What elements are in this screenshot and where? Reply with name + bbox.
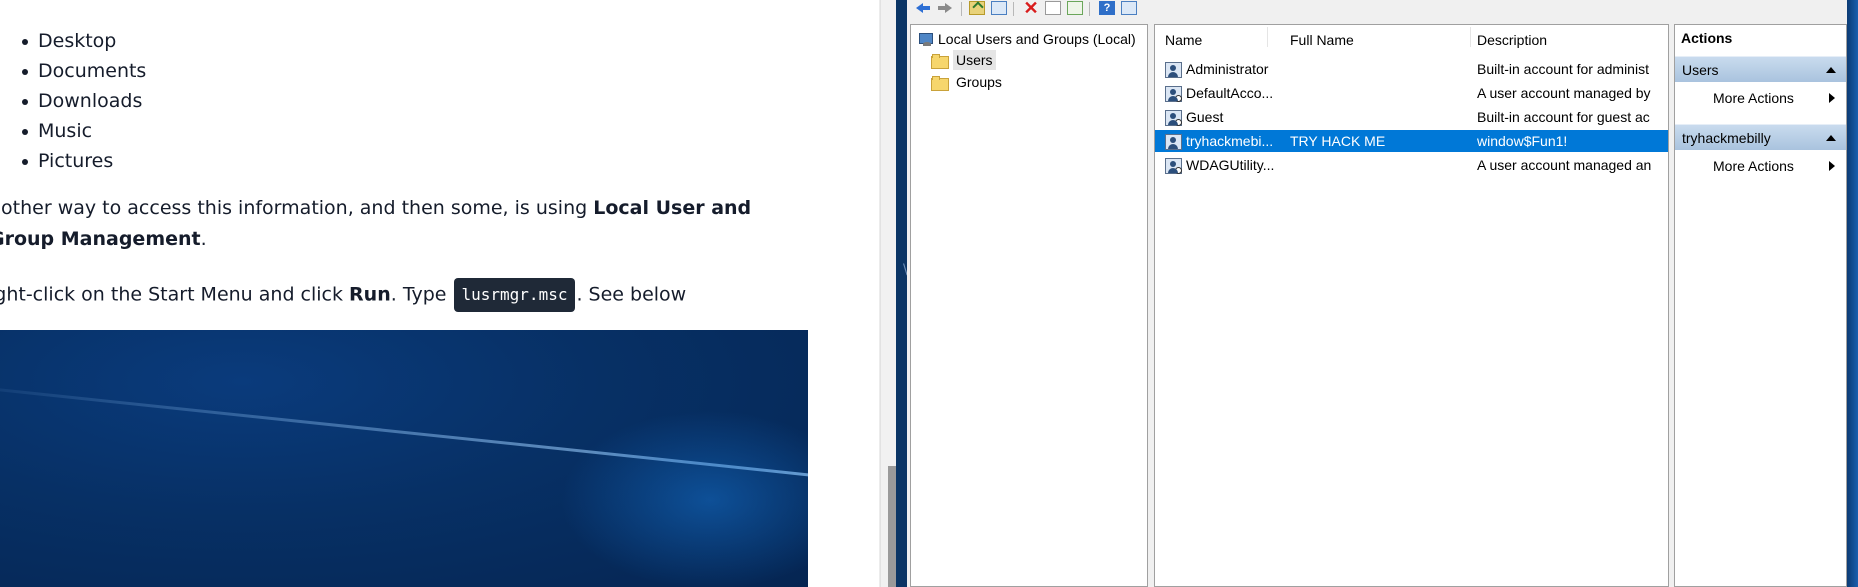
help-icon[interactable]: ? xyxy=(1099,1,1115,15)
more-actions-selected-user[interactable]: More Actions xyxy=(1675,153,1846,179)
submenu-arrow-icon xyxy=(1829,93,1835,103)
tree-root[interactable]: Local Users and Groups (Local) xyxy=(918,30,1136,48)
list-item: Downloads xyxy=(20,86,146,116)
screenshot-image xyxy=(0,330,808,587)
list-item: Music xyxy=(20,116,146,146)
list-item: Documents xyxy=(20,56,146,86)
column-divider[interactable] xyxy=(1267,27,1268,47)
computer-users-icon xyxy=(918,33,934,47)
more-actions-users[interactable]: More Actions xyxy=(1675,85,1846,111)
collapse-icon[interactable] xyxy=(1826,135,1836,141)
actions-section-selected-user[interactable]: tryhackmebilly xyxy=(1675,124,1846,150)
disabled-user-icon xyxy=(1165,86,1182,103)
table-row[interactable]: DefaultAcco... A user account managed by xyxy=(1155,82,1668,104)
folder-icon xyxy=(931,54,949,70)
bold-run: Run xyxy=(349,283,391,306)
table-row-selected[interactable]: tryhackmebi... TRY HACK ME window$Fun1! xyxy=(1155,130,1668,152)
forward-icon[interactable] xyxy=(937,1,953,15)
submenu-arrow-icon xyxy=(1829,161,1835,171)
user-icon xyxy=(1165,134,1182,151)
delete-icon[interactable]: ✕ xyxy=(1023,0,1039,17)
folder-list: Desktop Documents Downloads Music Pictur… xyxy=(20,26,146,176)
toolbar-separator xyxy=(1089,2,1090,16)
column-divider[interactable] xyxy=(1470,27,1471,47)
users-list: Name Full Name Description Administrator… xyxy=(1154,24,1669,587)
column-header-full-name[interactable]: Full Name xyxy=(1290,31,1354,49)
disabled-user-icon xyxy=(1165,110,1182,127)
show-tree-icon[interactable] xyxy=(991,1,1007,15)
toolbar-separator xyxy=(1013,2,1014,16)
export-list-icon[interactable] xyxy=(1067,1,1083,15)
tree-item-groups[interactable]: Groups xyxy=(931,72,1005,92)
up-level-icon[interactable] xyxy=(969,1,985,15)
actions-section-users[interactable]: Users xyxy=(1675,56,1846,82)
paragraph-lusrmgr-intro: nother way to access this information, a… xyxy=(0,193,789,255)
toolbar-separator xyxy=(961,2,962,16)
console-tree: Local Users and Groups (Local) Users Gro… xyxy=(910,24,1148,587)
list-item: Desktop xyxy=(20,26,146,56)
collapse-icon[interactable] xyxy=(1826,67,1836,73)
article-content: Desktop Documents Downloads Music Pictur… xyxy=(0,0,868,587)
properties-icon[interactable] xyxy=(1045,1,1061,15)
user-icon xyxy=(1165,62,1182,79)
folder-icon xyxy=(931,76,949,92)
column-header-name[interactable]: Name xyxy=(1165,31,1202,49)
actions-pane: Actions Users More Actions tryhackmebill… xyxy=(1674,24,1847,587)
tree-item-users[interactable]: Users xyxy=(931,50,996,70)
toolbar: ✕ ? xyxy=(907,0,1847,18)
list-item: Pictures xyxy=(20,146,146,176)
back-icon[interactable] xyxy=(915,1,931,15)
lusrmgr-window: ✕ ? Local Users and Groups (Local) Users… xyxy=(907,0,1847,587)
table-row[interactable]: Guest Built-in account for guest ac xyxy=(1155,106,1668,128)
scrollbar-thumb[interactable] xyxy=(888,466,896,587)
light-glow xyxy=(560,410,808,587)
list-header: Name Full Name Description xyxy=(1155,25,1668,49)
desktop-edge xyxy=(1847,0,1858,587)
table-row[interactable]: Administrator Built-in account for admin… xyxy=(1155,58,1668,80)
table-row[interactable]: WDAGUtility... A user account managed an xyxy=(1155,154,1668,176)
actions-title: Actions xyxy=(1681,30,1733,46)
disabled-user-icon xyxy=(1165,158,1182,175)
show-action-pane-icon[interactable] xyxy=(1121,1,1137,15)
column-header-description[interactable]: Description xyxy=(1477,31,1547,49)
paragraph-run-instruction: ight-click on the Start Menu and click R… xyxy=(0,278,789,312)
inline-code: lusrmgr.msc xyxy=(453,278,576,312)
page-gutter xyxy=(868,0,880,587)
